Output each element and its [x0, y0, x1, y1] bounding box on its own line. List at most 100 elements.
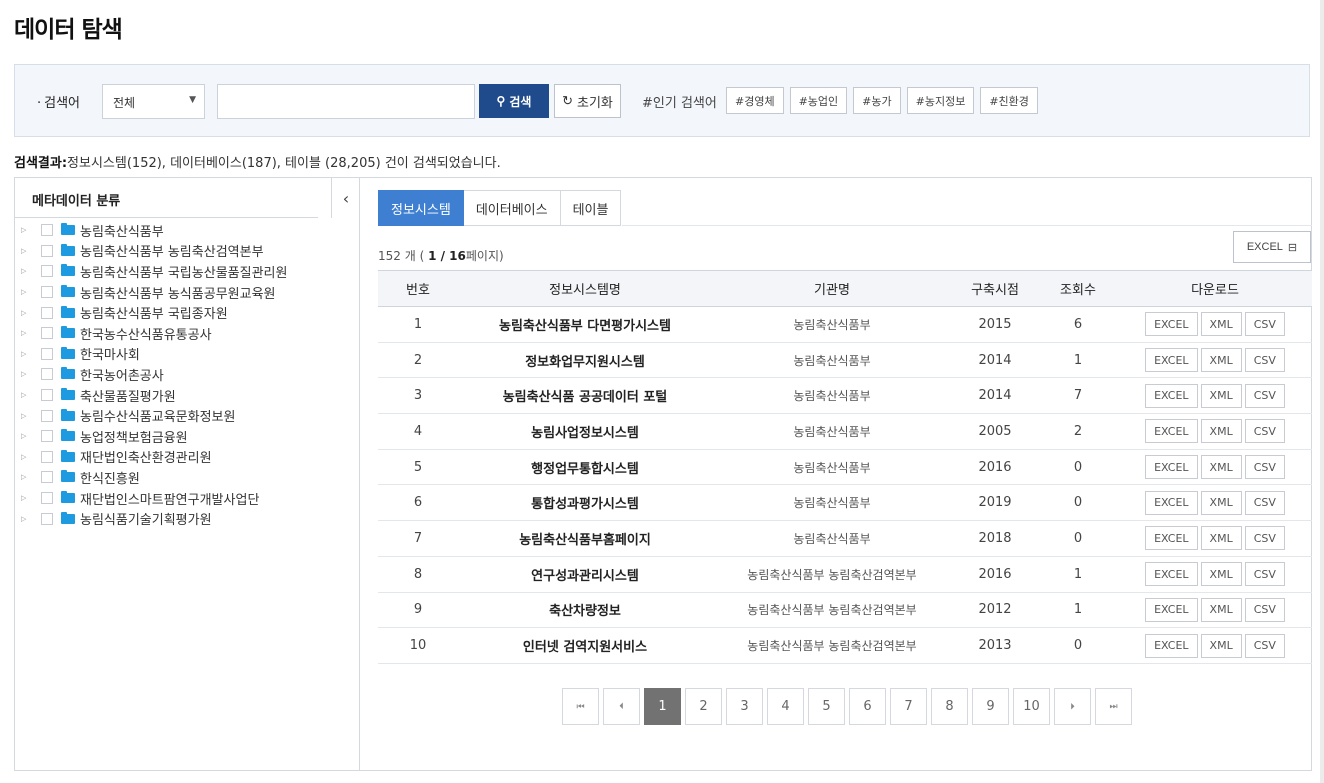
- tree-checkbox[interactable]: [41, 327, 53, 340]
- search-button[interactable]: ⚲ 검색: [479, 84, 549, 118]
- csv-download-button[interactable]: CSV: [1244, 419, 1285, 444]
- page-number-button[interactable]: 9: [972, 688, 1009, 725]
- search-input[interactable]: [217, 84, 475, 119]
- cell-system-name[interactable]: 농림사업정보시스템: [458, 413, 712, 450]
- tree-item[interactable]: ▷ 농림수산식품교육문화정보원: [15, 405, 359, 426]
- excel-download-button[interactable]: EXCEL: [1145, 633, 1198, 658]
- xml-download-button[interactable]: XML: [1200, 597, 1242, 622]
- tree-checkbox[interactable]: [41, 368, 53, 381]
- expand-triangle-icon[interactable]: ▷: [21, 391, 35, 399]
- csv-download-button[interactable]: CSV: [1244, 633, 1285, 658]
- tab-table[interactable]: 테이블: [560, 190, 622, 226]
- expand-triangle-icon[interactable]: ▷: [21, 267, 35, 275]
- xml-download-button[interactable]: XML: [1200, 383, 1242, 408]
- tree-checkbox[interactable]: [41, 512, 53, 525]
- tab-information-system[interactable]: 정보시스템: [378, 190, 464, 226]
- excel-download-button[interactable]: EXCEL: [1145, 490, 1198, 515]
- expand-triangle-icon[interactable]: ▷: [21, 370, 35, 378]
- page-number-button[interactable]: 4: [767, 688, 804, 725]
- csv-download-button[interactable]: CSV: [1244, 597, 1285, 622]
- csv-download-button[interactable]: CSV: [1244, 312, 1285, 337]
- expand-triangle-icon[interactable]: ▷: [21, 494, 35, 502]
- excel-download-button[interactable]: EXCEL: [1145, 312, 1198, 337]
- tree-checkbox[interactable]: [41, 244, 53, 257]
- csv-download-button[interactable]: CSV: [1244, 383, 1285, 408]
- excel-download-button[interactable]: EXCEL: [1145, 419, 1198, 444]
- tree-checkbox[interactable]: [41, 286, 53, 299]
- cell-system-name[interactable]: 행정업무통합시스템: [458, 449, 712, 486]
- cell-system-name[interactable]: 축산차량정보: [458, 592, 712, 629]
- popular-tag[interactable]: #친환경: [980, 87, 1038, 114]
- popular-tag[interactable]: #농가: [853, 87, 901, 114]
- cell-system-name[interactable]: 연구성과관리시스템: [458, 556, 712, 593]
- expand-triangle-icon[interactable]: ▷: [21, 329, 35, 337]
- xml-download-button[interactable]: XML: [1200, 348, 1242, 373]
- excel-download-button[interactable]: EXCEL: [1145, 526, 1198, 551]
- cell-system-name[interactable]: 정보화업무지원시스템: [458, 342, 712, 379]
- tree-checkbox[interactable]: [41, 265, 53, 278]
- tree-checkbox[interactable]: [41, 347, 53, 360]
- tree-item[interactable]: ▷ 한식진흥원: [15, 467, 359, 488]
- tree-checkbox[interactable]: [41, 471, 53, 484]
- page-number-button[interactable]: 5: [808, 688, 845, 725]
- tree-checkbox[interactable]: [41, 306, 53, 319]
- xml-download-button[interactable]: XML: [1200, 419, 1242, 444]
- tree-checkbox[interactable]: [41, 224, 53, 237]
- search-scope-select[interactable]: 전체 ▼: [102, 84, 205, 119]
- tree-item[interactable]: ▷ 한국마사회: [15, 344, 359, 365]
- page-number-button[interactable]: 7: [890, 688, 927, 725]
- expand-triangle-icon[interactable]: ▷: [21, 288, 35, 296]
- tree-item[interactable]: ▷ 농업정책보험금융원: [15, 426, 359, 447]
- tree-item[interactable]: ▷ 재단법인축산환경관리원: [15, 447, 359, 468]
- prev-page-icon[interactable]: ⏴: [603, 688, 640, 725]
- tree-checkbox[interactable]: [41, 450, 53, 463]
- page-number-button[interactable]: 6: [849, 688, 886, 725]
- tree-item[interactable]: ▷ 재단법인스마트팜연구개발사업단: [15, 488, 359, 509]
- popular-tag[interactable]: #경영체: [726, 87, 784, 114]
- chevron-left-icon[interactable]: ‹: [331, 178, 360, 218]
- cell-system-name[interactable]: 인터넷 검역지원서비스: [458, 627, 712, 664]
- tree-item[interactable]: ▷ 농림축산식품부 국립농산물품질관리원: [15, 261, 359, 282]
- tree-checkbox[interactable]: [41, 492, 53, 505]
- xml-download-button[interactable]: XML: [1200, 455, 1242, 480]
- first-page-icon[interactable]: ⏮: [562, 688, 599, 725]
- excel-download-button[interactable]: EXCEL: [1145, 562, 1198, 587]
- csv-download-button[interactable]: CSV: [1244, 455, 1285, 480]
- expand-triangle-icon[interactable]: ▷: [21, 226, 35, 234]
- excel-download-all-button[interactable]: EXCEL ⊟: [1233, 231, 1311, 263]
- expand-triangle-icon[interactable]: ▷: [21, 432, 35, 440]
- tree-checkbox[interactable]: [41, 389, 53, 402]
- tree-item[interactable]: ▷ 농림축산식품부 국립종자원: [15, 302, 359, 323]
- expand-triangle-icon[interactable]: ▷: [21, 350, 35, 358]
- next-page-icon[interactable]: ⏵: [1054, 688, 1091, 725]
- excel-download-button[interactable]: EXCEL: [1145, 383, 1198, 408]
- page-scrollbar[interactable]: [1320, 0, 1324, 783]
- page-number-button[interactable]: 8: [931, 688, 968, 725]
- excel-download-button[interactable]: EXCEL: [1145, 597, 1198, 622]
- tree-checkbox[interactable]: [41, 430, 53, 443]
- xml-download-button[interactable]: XML: [1200, 312, 1242, 337]
- expand-triangle-icon[interactable]: ▷: [21, 453, 35, 461]
- expand-triangle-icon[interactable]: ▷: [21, 473, 35, 481]
- tree-item[interactable]: ▷ 한국농어촌공사: [15, 364, 359, 385]
- expand-triangle-icon[interactable]: ▷: [21, 412, 35, 420]
- tree-item[interactable]: ▷ 농림축산식품부: [15, 220, 359, 241]
- xml-download-button[interactable]: XML: [1200, 633, 1242, 658]
- xml-download-button[interactable]: XML: [1200, 490, 1242, 515]
- cell-system-name[interactable]: 통합성과평가시스템: [458, 484, 712, 522]
- reset-button[interactable]: ↻ 초기화: [554, 84, 621, 118]
- csv-download-button[interactable]: CSV: [1244, 562, 1285, 587]
- csv-download-button[interactable]: CSV: [1244, 526, 1285, 551]
- tree-item[interactable]: ▷ 농림축산식품부 농림축산검역본부: [15, 241, 359, 262]
- tree-item[interactable]: ▷ 한국농수산식품유통공사: [15, 323, 359, 344]
- expand-triangle-icon[interactable]: ▷: [21, 515, 35, 523]
- csv-download-button[interactable]: CSV: [1244, 348, 1285, 373]
- xml-download-button[interactable]: XML: [1200, 526, 1242, 551]
- cell-system-name[interactable]: 농림축산식품부 다면평가시스템: [458, 306, 712, 343]
- xml-download-button[interactable]: XML: [1200, 562, 1242, 587]
- tree-item[interactable]: ▷ 축산물품질평가원: [15, 385, 359, 406]
- expand-triangle-icon[interactable]: ▷: [21, 309, 35, 317]
- tab-database[interactable]: 데이터베이스: [463, 190, 561, 226]
- excel-download-button[interactable]: EXCEL: [1145, 455, 1198, 480]
- popular-tag[interactable]: #농업인: [789, 87, 848, 114]
